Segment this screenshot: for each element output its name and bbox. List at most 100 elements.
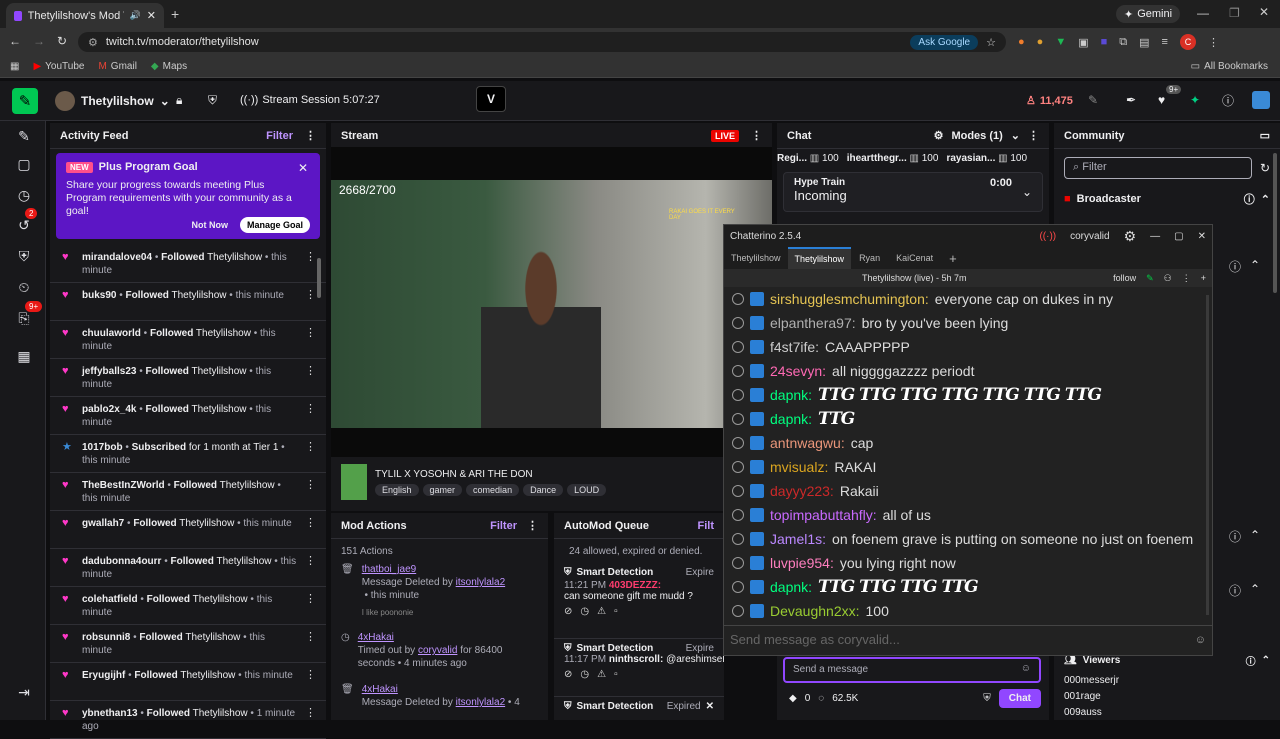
more-icon[interactable]: ⋮ (305, 555, 316, 580)
timeout-icon[interactable] (732, 365, 744, 377)
close-icon[interactable]: ✕ (298, 161, 308, 175)
activity-user[interactable]: robsunni8 (82, 632, 130, 643)
side-panel-icon[interactable]: ▤ (1139, 36, 1149, 49)
chevron-up-icon[interactable]: ⌃ (1250, 582, 1260, 596)
close-window-icon[interactable]: ✕ (1259, 5, 1269, 19)
bits-icon[interactable]: ◆ (789, 693, 797, 704)
leaderboard-entry[interactable]: iheartthegr... ▥ 100 (847, 153, 939, 164)
category-box-art[interactable] (341, 464, 367, 500)
follow-button[interactable]: follow (1113, 273, 1136, 283)
mod-tools-icon[interactable]: ✒ (1126, 93, 1136, 107)
community-filter-input[interactable]: ⌕ Filter (1064, 157, 1252, 179)
modes-button[interactable]: Modes (1) (951, 130, 1002, 142)
extension-icon[interactable]: ▣ (1078, 36, 1088, 49)
timer-icon[interactable]: ⏲ (13, 276, 35, 298)
leaderboard-entry[interactable]: Regi... ▥ 100 (777, 153, 839, 164)
message-user[interactable]: topimpabuttahfly: (770, 507, 877, 523)
message-user[interactable]: 24sevyn: (770, 363, 826, 379)
info-icon[interactable]: ⓘ (1229, 258, 1241, 275)
scrollbar[interactable] (1206, 295, 1209, 615)
apps-icon[interactable]: ▦ (10, 61, 19, 72)
timeout-icon[interactable] (732, 341, 744, 353)
timeout-icon[interactable] (732, 317, 744, 329)
more-icon[interactable]: ⋮ (305, 251, 316, 276)
site-info-icon[interactable]: ⚙ (88, 36, 98, 49)
more-icon[interactable]: ⋮ (305, 479, 316, 504)
close-window-icon[interactable]: ✕ (1198, 231, 1206, 242)
chatterino-tab[interactable]: Ryan (851, 253, 888, 263)
channel-switcher[interactable]: Thetylilshow ⌄ (55, 91, 170, 111)
gemini-button[interactable]: ✦ Gemini (1116, 5, 1181, 23)
info-icon[interactable]: ⓘ (1229, 528, 1241, 545)
broadcaster-section[interactable]: ■ Broadcaster ⓘ ⌃ (1054, 187, 1280, 211)
more-icon[interactable]: ⋮ (305, 403, 316, 428)
notifications-button[interactable]: ♥ 9+ (1158, 85, 1182, 107)
message-user[interactable]: elpanthera97: (770, 315, 856, 331)
more-icon[interactable]: ⋮ (305, 517, 316, 542)
account-name[interactable]: coryvalid (1070, 231, 1109, 242)
message-user[interactable]: Devaughn2xx: (770, 603, 860, 619)
clock-icon[interactable]: ◷ (13, 184, 35, 206)
timeout-icon[interactable] (732, 533, 744, 545)
scrollbar[interactable] (317, 258, 321, 298)
timeout-icon[interactable] (732, 437, 744, 449)
bookmark-maps[interactable]: ◆ Maps (151, 61, 187, 72)
more-icon[interactable]: ⋮ (305, 441, 316, 466)
chatterino-input[interactable]: Send message as coryvalid... ☺ (724, 625, 1212, 655)
timeout-icon[interactable] (732, 581, 744, 593)
clock-icon[interactable]: ◷ (580, 669, 589, 680)
more-icon[interactable]: ⋮ (305, 631, 316, 656)
more-icon[interactable]: ⋮ (305, 289, 316, 314)
timeout-icon[interactable] (732, 509, 744, 521)
mod-icon[interactable]: ✎ (1146, 273, 1154, 284)
channel-points-icon[interactable]: ◌ (818, 693, 824, 704)
clock-icon[interactable]: ◷ (580, 606, 589, 617)
message-icon[interactable]: ▫ (614, 669, 618, 680)
restore-window-icon[interactable]: ❐ (1229, 6, 1240, 20)
chat-send-button[interactable]: Chat (998, 689, 1041, 708)
message-user[interactable]: luvpie954: (770, 555, 834, 571)
extension-icon[interactable]: ■ (1101, 36, 1108, 48)
info-icon[interactable]: ⓘ (1229, 582, 1241, 599)
bookmark-star-icon[interactable]: ☆ (986, 36, 996, 49)
users-icon[interactable]: ⚇ (1164, 273, 1172, 284)
message-user[interactable]: dapnk: (770, 579, 812, 595)
refresh-icon[interactable]: ↻ (1260, 161, 1270, 175)
action-by[interactable]: itsonlylala2 (456, 697, 505, 708)
puzzle-icon[interactable]: ⧉ (1119, 36, 1127, 49)
stream-tag[interactable]: Dance (523, 483, 564, 496)
close-icon[interactable]: ✕ (706, 701, 714, 712)
bookmark-gmail[interactable]: M Gmail (98, 61, 136, 72)
queue-icon[interactable]: ⎘ 9+ (13, 301, 43, 329)
scrollbar[interactable] (1273, 153, 1277, 293)
history-icon[interactable]: ↺ 2 (13, 208, 38, 236)
timeout-icon[interactable] (732, 461, 744, 473)
forward-icon[interactable]: → (33, 34, 45, 48)
warning-icon[interactable]: ⚠ (597, 606, 606, 617)
stream-tag[interactable]: English (375, 483, 419, 496)
action-user[interactable]: thatboi_jae9 (362, 563, 505, 576)
activity-user[interactable]: TheBestInZWorld (82, 480, 165, 491)
help-icon[interactable]: ⓘ (1222, 92, 1234, 109)
chevron-down-icon[interactable]: ⌄ (1011, 129, 1020, 142)
chevron-up-icon[interactable]: ⌃ (1262, 655, 1270, 666)
more-icon[interactable]: ⋮ (305, 593, 316, 618)
activity-user[interactable]: colehatfield (82, 594, 138, 605)
timeout-icon[interactable] (732, 557, 744, 569)
deny-icon[interactable]: ⊘ (564, 606, 572, 617)
filter-button[interactable]: Filter (266, 130, 293, 142)
activity-user[interactable]: jeffyballs23 (82, 366, 136, 377)
widget-icon[interactable]: ▦ (13, 345, 35, 367)
ask-google-button[interactable]: Ask Google (910, 34, 979, 50)
chatterino-tab-active[interactable]: Thetylilshow (787, 247, 852, 269)
chat-input[interactable]: Send a message ☺ (783, 657, 1041, 683)
popout-icon[interactable]: ▭ (1260, 129, 1270, 142)
filter-button[interactable]: Filt (698, 520, 715, 532)
chevron-up-icon[interactable]: ⌃ (1261, 193, 1270, 206)
activity-user[interactable]: 1017bob (82, 442, 123, 453)
activity-user[interactable]: buks90 (82, 290, 116, 301)
more-icon[interactable]: ⋮ (527, 519, 538, 532)
warning-icon[interactable]: ⚠ (597, 669, 606, 680)
activity-user[interactable]: dadubonna4ourr (82, 556, 161, 567)
message-user[interactable]: antnwagwu: (770, 435, 845, 451)
